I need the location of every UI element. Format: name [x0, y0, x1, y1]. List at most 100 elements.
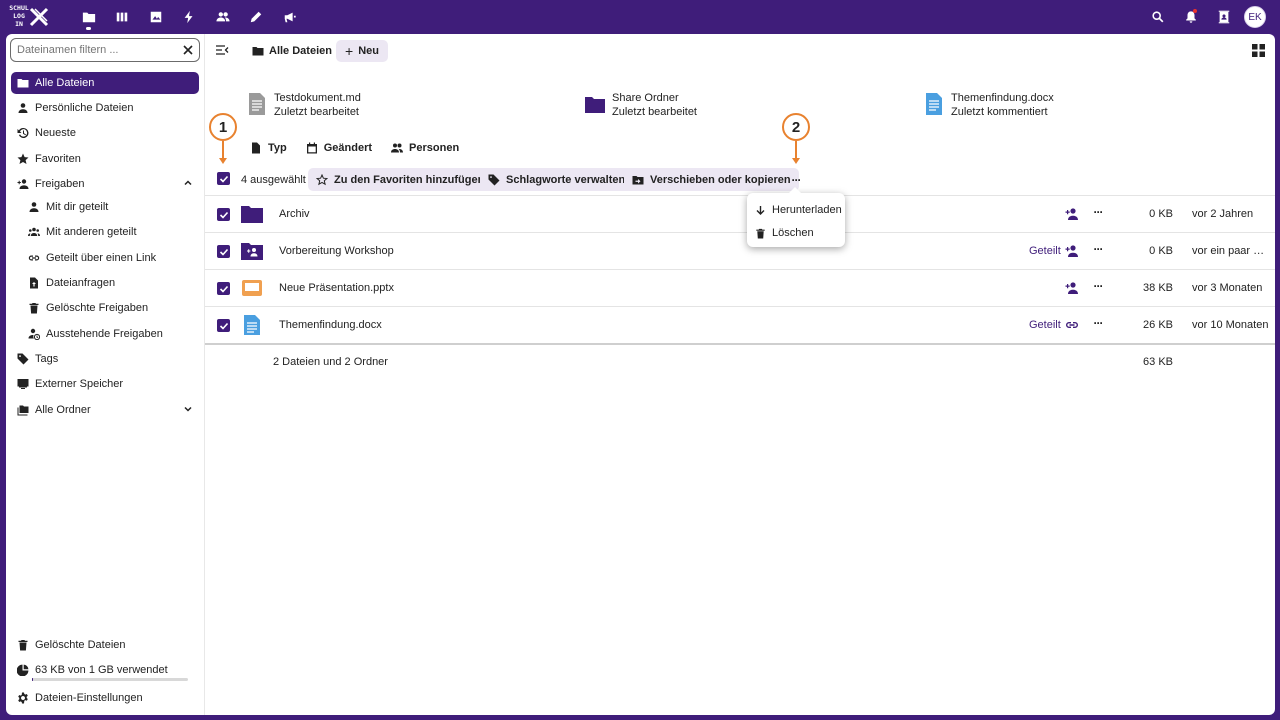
callout-2: 2 [782, 113, 810, 141]
shared-label[interactable]: Geteilt [1029, 319, 1061, 331]
breadcrumb-label: Alle Dateien [269, 45, 332, 57]
sidebar-item-shared-via-link[interactable]: Geteilt über einen Link [22, 247, 199, 269]
contacts-menu-icon[interactable] [1207, 6, 1240, 28]
filter-type-button[interactable]: Typ [250, 142, 287, 154]
chevron-up-icon[interactable] [183, 178, 193, 188]
quota-fill [32, 678, 33, 681]
search-icon[interactable] [1141, 6, 1174, 28]
recent-file-status: Zuletzt kommentiert [951, 106, 1048, 118]
manage-tags-button[interactable]: Schlagworte verwalten [480, 168, 634, 191]
table-row[interactable]: Themenfindung.docx Geteilt ··· 26 KB vor… [205, 307, 1275, 343]
download-menu-item[interactable]: Herunterladen [755, 201, 842, 219]
row-checkbox[interactable] [217, 208, 230, 221]
trash-icon [756, 228, 765, 238]
filter-people-button[interactable]: Personen [391, 142, 459, 154]
toggle-sidebar-icon[interactable] [215, 44, 229, 56]
file-name[interactable]: Neue Präsentation.pptx [279, 282, 394, 294]
grid-view-icon[interactable] [1252, 44, 1265, 57]
filter-input[interactable] [17, 44, 177, 56]
monitor-icon [17, 378, 29, 390]
trash-icon [28, 302, 40, 314]
delete-label: Löschen [772, 227, 814, 239]
schul-login-logo[interactable]: SCHUL LOG IN [8, 4, 54, 30]
filter-modified-button[interactable]: Geändert [306, 142, 372, 154]
file-name[interactable]: Themenfindung.docx [279, 319, 382, 331]
share-icon [17, 178, 29, 190]
row-checkbox[interactable] [217, 282, 230, 295]
avatar[interactable]: EK [1244, 6, 1266, 28]
table-row[interactable]: Archiv ··· 0 KB vor 2 Jahren [205, 196, 1275, 232]
table-row[interactable]: Vorbereitung Workshop Geteilt ··· 0 KB v… [205, 233, 1275, 269]
sidebar-item-favorites[interactable]: Favoriten [11, 148, 199, 170]
document-icon [926, 93, 942, 115]
share-icon[interactable] [1065, 281, 1079, 295]
manage-tags-label: Schlagworte verwalten [506, 173, 626, 186]
sidebar-item-shared-with-you[interactable]: Mit dir geteilt [22, 196, 199, 218]
recent-file[interactable]: Testdokument.md Zuletzt bearbeitet [247, 91, 361, 119]
download-label: Herunterladen [772, 204, 842, 216]
announcements-icon[interactable] [273, 8, 307, 26]
activity-icon[interactable] [173, 8, 207, 26]
sidebar-item-deleted-files[interactable]: Gelöschte Dateien [11, 634, 199, 656]
sidebar-item-recent[interactable]: Neueste [11, 122, 199, 144]
row-actions-icon[interactable]: ··· [1091, 280, 1105, 295]
row-actions-icon[interactable]: ··· [1091, 206, 1105, 221]
summary-size: 63 KB [1143, 356, 1173, 368]
sidebar-item-personal[interactable]: Persönliche Dateien [11, 97, 199, 119]
people-icon [391, 143, 404, 153]
sidebar-item-pending-shares[interactable]: Ausstehende Freigaben [22, 323, 199, 345]
table-row[interactable]: Neue Präsentation.pptx ··· 38 KB vor 3 M… [205, 270, 1275, 306]
sidebar-item-tags[interactable]: Tags [11, 348, 199, 370]
photos-icon[interactable] [139, 8, 173, 26]
row-actions-icon[interactable]: ··· [1091, 317, 1105, 332]
sidebar-item-shared-with-others[interactable]: Mit anderen geteilt [22, 221, 199, 243]
sidebar-item-label: Freigaben [35, 178, 85, 190]
chevron-down-icon[interactable] [183, 404, 193, 414]
callout-1: 1 [209, 113, 237, 141]
share-icon[interactable] [1065, 207, 1079, 221]
recent-file[interactable]: Themenfindung.docx Zuletzt kommentiert [924, 91, 1054, 119]
notifications-icon[interactable] [1174, 6, 1207, 28]
sidebar-item-all-folders[interactable]: Alle Ordner [11, 399, 199, 421]
share-icon[interactable] [1065, 244, 1079, 258]
sidebar-item-label: Dateien-Einstellungen [35, 692, 143, 704]
file-modified: vor 2 Jahren [1192, 208, 1254, 220]
file-filter[interactable] [10, 38, 200, 62]
selection-bar: 4 ausgewählt Zu den Favoriten hinzufügen… [205, 166, 1275, 196]
contacts-icon[interactable] [206, 8, 240, 26]
plus-icon: + [345, 43, 354, 59]
file-name[interactable]: Vorbereitung Workshop [279, 245, 394, 257]
row-checkbox[interactable] [217, 245, 230, 258]
add-to-favorites-button[interactable]: Zu den Favoriten hinzufügen [308, 168, 493, 191]
row-actions-icon[interactable]: ··· [1091, 243, 1105, 258]
new-button[interactable]: + Neu [336, 40, 388, 62]
sidebar-item-label: Alle Ordner [35, 404, 91, 416]
sidebar-item-label: Gelöschte Dateien [35, 639, 126, 651]
deck-icon[interactable] [106, 8, 140, 26]
filter-bar: Typ Geändert Personen [250, 142, 478, 154]
link-icon[interactable] [1065, 318, 1079, 332]
shared-folder-icon [241, 243, 263, 260]
files-icon[interactable] [72, 8, 106, 30]
breadcrumb[interactable]: Alle Dateien [252, 40, 332, 62]
file-size: 38 KB [1143, 282, 1173, 294]
move-or-copy-button[interactable]: Verschieben oder kopieren [624, 168, 799, 191]
sidebar-item-shares[interactable]: Freigaben [11, 173, 199, 195]
sidebar-item-deleted-shares[interactable]: Gelöschte Freigaben [22, 297, 199, 319]
table-footer-divider [205, 343, 1275, 345]
sidebar-item-all-files[interactable]: Alle Dateien [11, 72, 199, 94]
sidebar-item-external-storage[interactable]: Externer Speicher [11, 373, 199, 395]
select-all-checkbox[interactable] [217, 172, 230, 185]
delete-menu-item[interactable]: Löschen [755, 224, 814, 242]
pending-share-icon [28, 328, 40, 340]
sidebar-item-file-requests[interactable]: Dateianfragen [22, 272, 199, 294]
recent-file[interactable]: Share Ordner Zuletzt bearbeitet [585, 91, 697, 119]
callout-2-arrow-head [792, 158, 800, 164]
sidebar-item-label: Favoriten [35, 153, 81, 165]
shared-label[interactable]: Geteilt [1029, 245, 1061, 257]
file-name[interactable]: Archiv [279, 208, 310, 220]
clear-filter-icon[interactable] [181, 43, 195, 57]
notes-icon[interactable] [240, 8, 274, 26]
row-checkbox[interactable] [217, 319, 230, 332]
sidebar-item-settings[interactable]: Dateien-Einstellungen [11, 687, 199, 709]
